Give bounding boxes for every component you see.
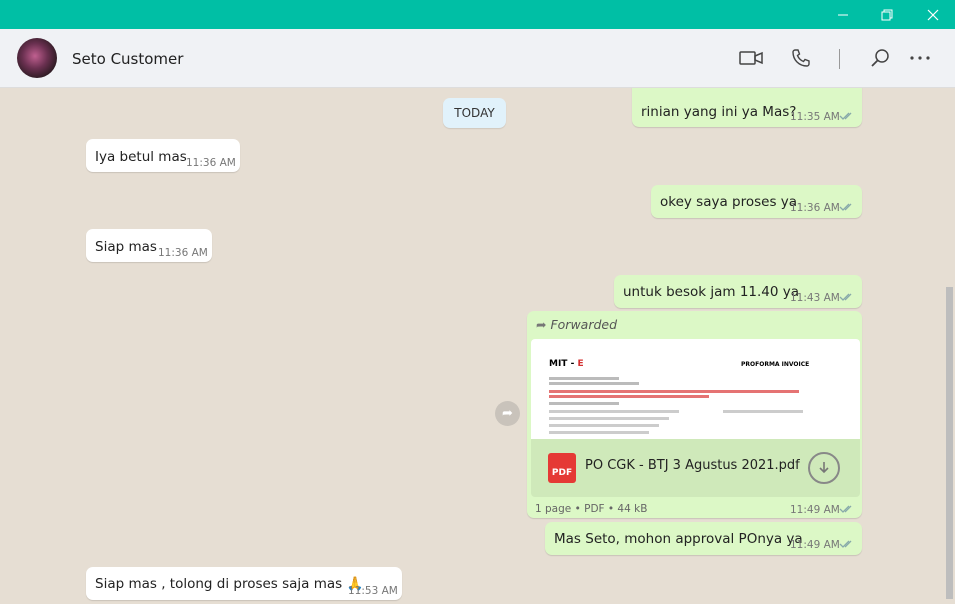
forwarded-icon: ➦ [536, 317, 547, 332]
read-ticks-icon [839, 540, 852, 548]
message-bubble-outgoing[interactable]: untuk besok jam 11.40 ya 11:43 AM [614, 275, 862, 308]
message-time: 11:53 AM [348, 585, 398, 597]
date-divider: TODAY [443, 98, 506, 128]
read-ticks-icon [839, 203, 852, 211]
message-time: 11:49 AM [790, 539, 840, 551]
message-bubble-incoming[interactable]: Siap mas , tolong di proses saja mas 🙏 1… [86, 567, 402, 600]
chat-scrollbar[interactable] [946, 287, 953, 599]
message-text: rinian yang ini ya Mas? [641, 104, 797, 120]
preview-text-line [549, 390, 799, 393]
contact-name[interactable]: Seto Customer [72, 50, 183, 68]
search-button[interactable] [867, 45, 893, 71]
message-text: okey saya proses ya [660, 194, 798, 210]
message-text: Mas Seto, mohon approval POnya ya [554, 531, 803, 547]
download-arrow-icon [819, 462, 829, 474]
forward-button[interactable]: ➦ [495, 401, 520, 426]
preview-text-line [723, 410, 803, 413]
message-time: 11:49 AM [790, 504, 840, 516]
minimize-icon [838, 14, 848, 15]
search-icon [871, 49, 889, 67]
minimize-button[interactable] [820, 0, 866, 29]
video-call-button[interactable] [738, 45, 764, 71]
close-window-button[interactable] [910, 0, 955, 29]
close-icon [927, 9, 939, 20]
forward-arrow-icon: ➦ [502, 406, 513, 421]
preview-text-line [549, 431, 649, 434]
message-text: Siap mas [95, 239, 157, 255]
restore-button[interactable] [864, 0, 910, 29]
message-time: 11:43 AM [790, 292, 840, 304]
message-time: 11:36 AM [790, 202, 840, 214]
preview-text-line [549, 395, 709, 398]
preview-text-line [549, 410, 679, 413]
chat-area[interactable]: rinian yang ini ya Mas? 11:35 AM TODAY I… [0, 88, 955, 604]
message-bubble-outgoing[interactable]: okey saya proses ya 11:36 AM [651, 185, 862, 218]
message-text: untuk besok jam 11.40 ya [623, 284, 800, 300]
read-ticks-icon [839, 505, 852, 513]
message-bubble-incoming[interactable]: Siap mas 11:36 AM [86, 229, 212, 262]
header-divider [839, 49, 840, 69]
preview-text-line [549, 402, 619, 405]
forwarded-label: ➦ Forwarded [536, 317, 618, 332]
more-options-icon [910, 56, 930, 60]
preview-logo: MIT - E [549, 359, 584, 369]
preview-title: PROFORMA INVOICE [741, 361, 810, 368]
document-preview[interactable]: MIT - E PROFORMA INVOICE [531, 339, 860, 439]
document-file-name: PO CGK - BTJ 3 Agustus 2021.pdf [585, 458, 800, 473]
message-time: 11:35 AM [790, 111, 840, 123]
message-text: Siap mas , tolong di proses saja mas 🙏 [95, 576, 364, 592]
window-titlebar [0, 0, 955, 29]
preview-text-line [549, 382, 639, 385]
message-bubble-incoming[interactable]: Iya betul mas 11:36 AM [86, 139, 240, 172]
restore-icon [881, 9, 893, 20]
read-ticks-icon [839, 293, 852, 301]
chat-header: Seto Customer [0, 29, 955, 88]
preview-text-line [549, 417, 669, 420]
message-bubble-outgoing[interactable]: Mas Seto, mohon approval POnya ya 11:49 … [545, 522, 862, 555]
preview-text-line [549, 424, 659, 427]
document-meta: 1 page • PDF • 44 kB [535, 503, 648, 515]
voice-call-icon [792, 49, 810, 67]
message-time: 11:36 AM [158, 247, 208, 259]
voice-call-button[interactable] [788, 45, 814, 71]
download-button[interactable] [808, 452, 840, 484]
document-file-bar[interactable]: PDF PO CGK - BTJ 3 Agustus 2021.pdf [531, 439, 860, 497]
contact-avatar[interactable] [17, 38, 57, 78]
video-call-icon [739, 51, 763, 65]
document-message-bubble[interactable]: ➦ Forwarded MIT - E PROFORMA INVOICE PDF… [527, 311, 862, 518]
read-ticks-icon [839, 112, 852, 120]
message-time: 11:36 AM [186, 157, 236, 169]
more-options-button[interactable] [907, 45, 933, 71]
message-bubble-outgoing[interactable]: rinian yang ini ya Mas? 11:35 AM [632, 88, 862, 127]
message-text: Iya betul mas [95, 149, 187, 165]
preview-text-line [549, 377, 619, 380]
pdf-file-icon: PDF [548, 453, 576, 483]
